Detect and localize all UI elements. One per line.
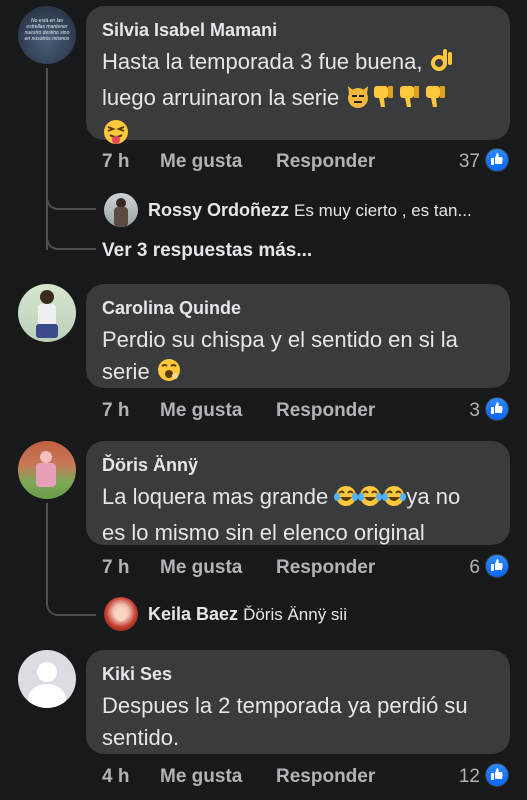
reaction-count[interactable]: 12	[440, 766, 480, 788]
reply-preview[interactable]: Rossy Ordoñezz Es muy cierto , es tan...	[148, 200, 472, 221]
like-reaction-icon	[485, 554, 509, 578]
like-button[interactable]: Me gusta	[160, 557, 242, 579]
comment-text: Despues la 2 temporada ya perdió su sent…	[102, 690, 494, 754]
comment-text: Hasta la temporada 3 fue buena, luego ar…	[102, 46, 494, 155]
comment-time[interactable]: 7 h	[102, 557, 129, 579]
avatar-keila[interactable]	[104, 597, 138, 631]
thumbs-down-emoji-icon	[423, 83, 449, 118]
reply-preview[interactable]: Keila Baez Ďöris Ännÿ sii	[148, 604, 347, 625]
comment-bubble: Carolina Quinde Perdio su chispa y el se…	[86, 284, 510, 388]
comment-author[interactable]: Kiki Ses	[102, 662, 494, 686]
reaction-count[interactable]: 6	[440, 557, 480, 579]
comment-actions: 4 h Me gusta Responder	[102, 766, 402, 790]
thread-branch	[46, 188, 96, 210]
yawning-face-emoji-icon	[156, 357, 182, 392]
comment-text: La loquera mas grande ya no es lo mismo …	[102, 481, 494, 549]
like-reaction-icon	[485, 397, 509, 421]
like-reaction-icon	[485, 763, 509, 787]
comment-bubble: Silvia Isabel Mamani Hasta la temporada …	[86, 6, 510, 144]
comment-text-line1-end: ya no	[406, 484, 461, 509]
comment-time[interactable]: 7 h	[102, 400, 129, 422]
ok-hand-emoji-icon	[429, 47, 455, 82]
reply-text: Es muy cierto , es tan...	[294, 201, 472, 220]
avatar-rossy[interactable]	[104, 193, 138, 227]
comment-text-line2: es lo mismo sin el elenco original	[102, 520, 425, 545]
comment-author[interactable]: Silvia Isabel Mamani	[102, 18, 494, 42]
comment-text-line1: Perdio su chispa y el sentido en si la	[102, 327, 458, 352]
reply-text: Ďöris Ännÿ sii	[243, 605, 347, 624]
comment-time[interactable]: 7 h	[102, 151, 129, 173]
comment-text: Perdio su chispa y el sentido en si la s…	[102, 324, 494, 392]
reply-author[interactable]: Rossy Ordoñezz	[148, 200, 289, 220]
reply-button[interactable]: Responder	[276, 557, 375, 579]
default-avatar-icon	[37, 662, 57, 682]
comment-author[interactable]: Carolina Quinde	[102, 296, 494, 320]
thumbs-down-emoji-icon	[371, 83, 397, 118]
avatar-carolina[interactable]	[18, 284, 76, 342]
comment-bubble: Ďöris Ännÿ La loquera mas grande ya no e…	[86, 441, 510, 545]
like-reaction-icon	[485, 148, 509, 172]
squinting-tongue-emoji-icon	[102, 118, 130, 155]
comment-text-line2: serie	[102, 359, 150, 384]
comment-time[interactable]: 4 h	[102, 766, 129, 788]
comment-text-line2: luego arruinaron la serie	[102, 85, 340, 110]
avatar-kiki-default[interactable]	[18, 650, 76, 708]
comment-actions: 7 h Me gusta Responder	[102, 151, 402, 175]
comment-actions: 7 h Me gusta Responder	[102, 400, 402, 424]
comment-author[interactable]: Ďöris Ännÿ	[102, 453, 494, 477]
reply-button[interactable]: Responder	[276, 400, 375, 422]
tears-of-joy-emoji-icon	[382, 484, 407, 517]
thread-line	[46, 503, 48, 598]
angry-cat-emoji-icon	[345, 83, 371, 118]
comment-text-line2: sentido.	[102, 725, 180, 750]
thread-branch	[46, 596, 96, 616]
tears-of-joy-emoji-icon	[358, 484, 383, 517]
thumbs-down-emoji-icon	[397, 83, 423, 118]
reaction-count[interactable]: 37	[440, 151, 480, 173]
like-button[interactable]: Me gusta	[160, 400, 242, 422]
tears-of-joy-emoji-icon	[334, 484, 359, 517]
view-more-replies-link[interactable]: Ver 3 respuestas más...	[102, 240, 312, 262]
avatar-doris[interactable]	[18, 441, 76, 499]
thread-line	[46, 68, 48, 250]
like-button[interactable]: Me gusta	[160, 151, 242, 173]
thread-branch	[46, 228, 96, 250]
reply-button[interactable]: Responder	[276, 151, 375, 173]
like-button[interactable]: Me gusta	[160, 766, 242, 788]
avatar-text: No está en las estrellas mantener nuestr…	[24, 18, 70, 42]
reaction-count[interactable]: 3	[440, 400, 480, 422]
comment-bubble: Kiki Ses Despues la 2 temporada ya perdi…	[86, 650, 510, 754]
comment-text-line1: Hasta la temporada 3 fue buena,	[102, 49, 423, 74]
reply-button[interactable]: Responder	[276, 766, 375, 788]
comment-actions: 7 h Me gusta Responder	[102, 557, 402, 581]
comment-text-line1: Despues la 2 temporada ya perdió su	[102, 693, 468, 718]
avatar-silvia[interactable]: No está en las estrellas mantener nuestr…	[18, 6, 76, 64]
comment-text-line1: La loquera mas grande	[102, 484, 329, 509]
reply-author[interactable]: Keila Baez	[148, 604, 238, 624]
